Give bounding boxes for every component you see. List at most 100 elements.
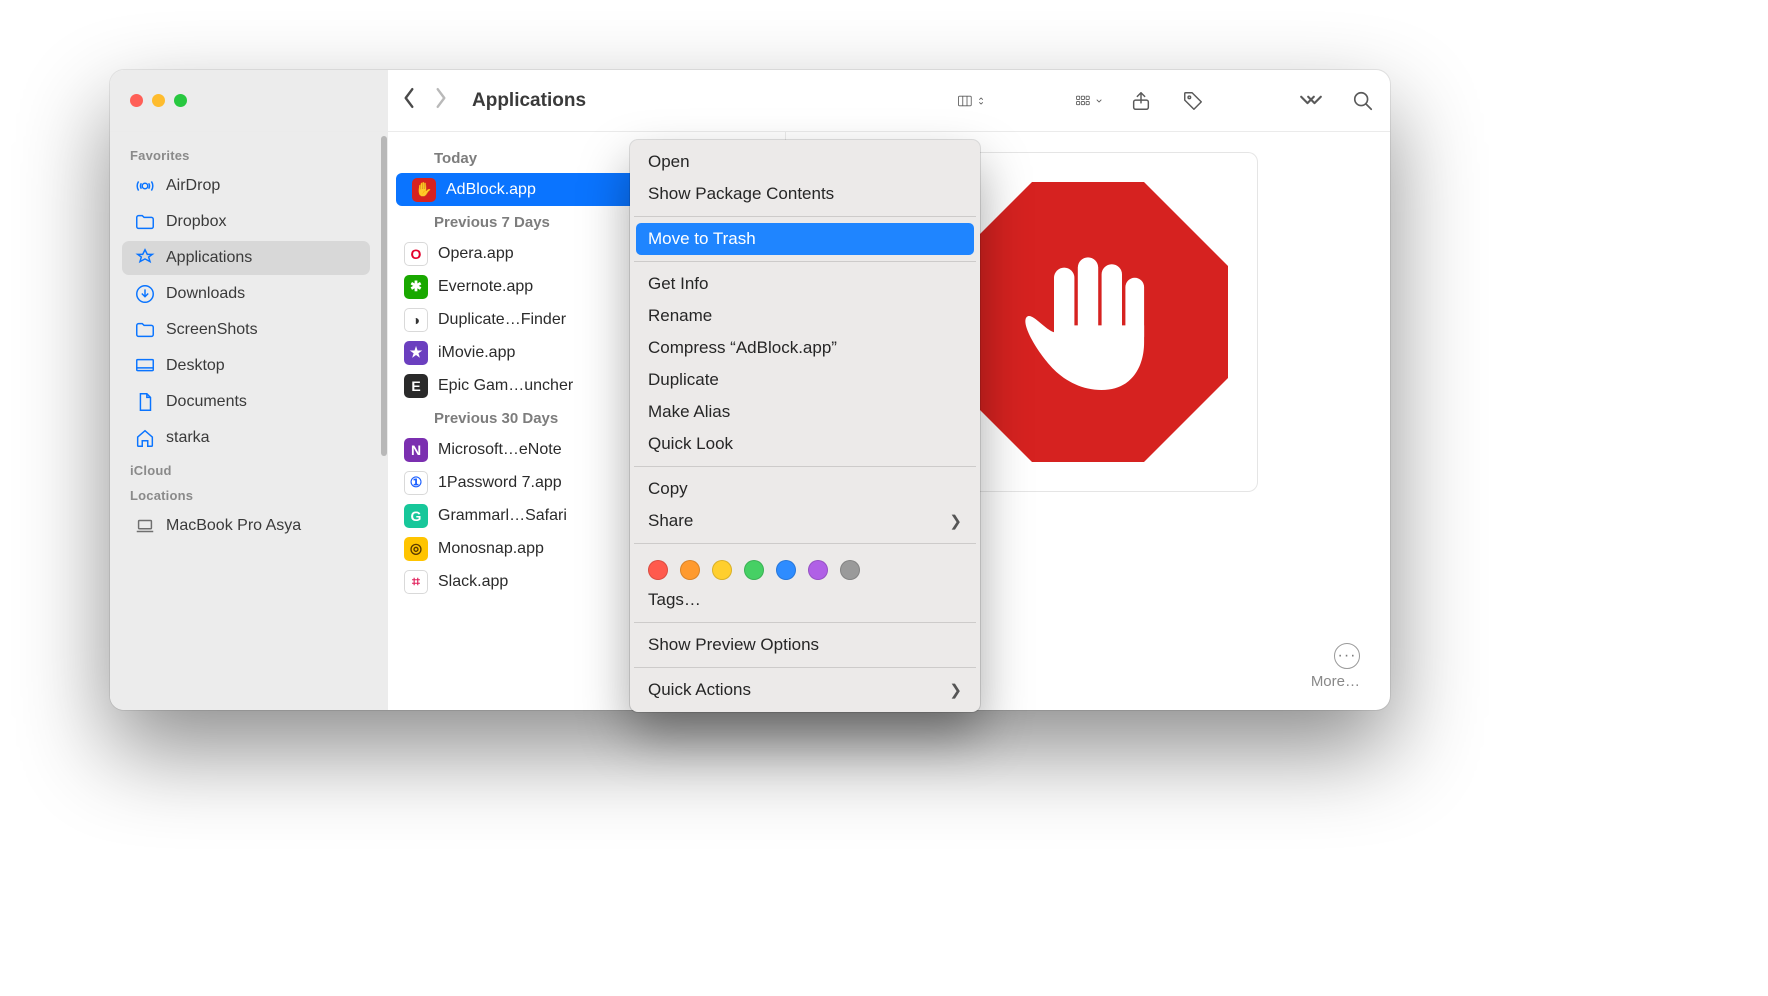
back-button[interactable]	[402, 87, 416, 114]
sidebar-group-label: Locations	[116, 482, 380, 507]
context-menu-separator	[634, 466, 976, 467]
opera-app-icon: O	[404, 242, 428, 266]
context-menu-item[interactable]: Tags…	[630, 584, 980, 616]
tag-color-dot[interactable]	[808, 560, 828, 580]
tag-color-dot[interactable]	[712, 560, 732, 580]
adblock-app-icon: ✋	[412, 178, 436, 202]
tag-color-dot[interactable]	[776, 560, 796, 580]
minimize-window-button[interactable]	[152, 94, 165, 107]
sidebar-item-airdrop[interactable]: AirDrop	[122, 169, 370, 203]
file-name: Epic Gam…uncher	[438, 377, 573, 395]
overflow-button[interactable]	[1298, 89, 1324, 113]
context-menu-item-label: Open	[648, 152, 690, 172]
file-name: 1Password 7.app	[438, 474, 562, 492]
sidebar-item-label: starka	[166, 429, 210, 447]
group-by-button[interactable]	[1076, 89, 1102, 113]
context-menu-item[interactable]: Make Alias	[630, 396, 980, 428]
sidebar-item-label: Downloads	[166, 285, 245, 303]
sidebar-item-label: Documents	[166, 393, 247, 411]
context-menu-item[interactable]: Rename	[630, 300, 980, 332]
context-menu-item-label: Compress “AdBlock.app”	[648, 338, 837, 358]
context-menu-item[interactable]: Show Package Contents	[630, 178, 980, 210]
context-menu-item[interactable]: Compress “AdBlock.app”	[630, 332, 980, 364]
evernote-app-icon: ✱	[404, 275, 428, 299]
context-menu-item[interactable]: Show Preview Options	[630, 629, 980, 661]
sidebar-item-desktop[interactable]: Desktop	[122, 349, 370, 383]
file-name: Microsoft…eNote	[438, 441, 562, 459]
context-menu-item[interactable]: Copy	[630, 473, 980, 505]
sidebar-item-starka[interactable]: starka	[122, 421, 370, 455]
context-menu-item[interactable]: Get Info	[630, 268, 980, 300]
appstore-icon	[134, 247, 156, 269]
context-menu: Open Show Package Contents Move to Trash Ge…	[630, 140, 980, 712]
sidebar-item-dropbox[interactable]: Dropbox	[122, 205, 370, 239]
file-name: Slack.app	[438, 573, 508, 591]
laptop-icon	[134, 515, 156, 537]
onenote-app-icon: N	[404, 438, 428, 462]
hand-icon	[1003, 237, 1173, 407]
slack-app-icon: ⌗	[404, 570, 428, 594]
file-name: AdBlock.app	[446, 181, 536, 199]
monosnap-app-icon: ◎	[404, 537, 428, 561]
fullscreen-window-button[interactable]	[174, 94, 187, 107]
close-window-button[interactable]	[130, 94, 143, 107]
file-name: Duplicate…Finder	[438, 311, 566, 329]
context-menu-separator	[634, 261, 976, 262]
context-menu-item[interactable]: Duplicate	[630, 364, 980, 396]
sidebar-item-screenshots[interactable]: ScreenShots	[122, 313, 370, 347]
sidebar-item-label: Applications	[166, 249, 252, 267]
file-name: Evernote.app	[438, 278, 533, 296]
context-menu-item-label: Tags…	[648, 590, 701, 610]
sidebar-item-label: ScreenShots	[166, 321, 258, 339]
context-menu-item[interactable]: Share ❯	[630, 505, 980, 537]
context-menu-item-label: Quick Actions	[648, 680, 751, 700]
tag-color-dot[interactable]	[648, 560, 668, 580]
context-menu-item[interactable]: Move to Trash	[636, 223, 974, 255]
home-icon	[134, 427, 156, 449]
1pw-app-icon: ①	[404, 471, 428, 495]
context-menu-item-label: Move to Trash	[648, 229, 756, 249]
context-menu-tag-colors	[630, 550, 980, 584]
desktop-icon	[134, 355, 156, 377]
sidebar-item-label: Dropbox	[166, 213, 226, 231]
chevron-right-icon: ❯	[949, 512, 962, 530]
sidebar-item-macbook-pro-asya[interactable]: MacBook Pro Asya	[122, 509, 370, 543]
tag-color-dot[interactable]	[744, 560, 764, 580]
folder-icon	[134, 319, 156, 341]
context-menu-item-label: Duplicate	[648, 370, 719, 390]
chevron-right-icon: ❯	[949, 681, 962, 699]
folder-icon	[134, 211, 156, 233]
forward-button[interactable]	[434, 87, 448, 114]
context-menu-item-label: Make Alias	[648, 402, 730, 422]
view-columns-button[interactable]	[958, 89, 984, 113]
search-button[interactable]	[1350, 89, 1376, 113]
context-menu-item-label: Rename	[648, 306, 712, 326]
imovie-app-icon: ★	[404, 341, 428, 365]
sidebar-group-label: Favorites	[116, 142, 380, 167]
context-menu-item-label: Show Package Contents	[648, 184, 834, 204]
context-menu-item[interactable]: Quick Look	[630, 428, 980, 460]
context-menu-item-label: Share	[648, 511, 693, 531]
sidebar-scrollbar[interactable]	[380, 132, 388, 710]
context-menu-separator	[634, 543, 976, 544]
context-menu-item-label: Quick Look	[648, 434, 733, 454]
file-name: Grammarl…Safari	[438, 507, 567, 525]
sidebar-item-downloads[interactable]: Downloads	[122, 277, 370, 311]
sidebar-item-applications[interactable]: Applications	[122, 241, 370, 275]
context-menu-item[interactable]: Open	[630, 146, 980, 178]
sidebar-group-label: iCloud	[116, 457, 380, 482]
context-menu-item[interactable]: Quick Actions ❯	[630, 674, 980, 706]
grammarly-app-icon: G	[404, 504, 428, 528]
context-menu-separator	[634, 622, 976, 623]
toolbar-tools	[958, 89, 1376, 113]
sidebar-item-documents[interactable]: Documents	[122, 385, 370, 419]
file-name: Opera.app	[438, 245, 514, 263]
share-button[interactable]	[1128, 89, 1154, 113]
document-icon	[134, 391, 156, 413]
tags-button[interactable]	[1180, 89, 1206, 113]
file-name: iMovie.app	[438, 344, 515, 362]
tag-color-dot[interactable]	[840, 560, 860, 580]
more-icon: ···	[1334, 643, 1360, 669]
context-menu-item-label: Get Info	[648, 274, 708, 294]
tag-color-dot[interactable]	[680, 560, 700, 580]
